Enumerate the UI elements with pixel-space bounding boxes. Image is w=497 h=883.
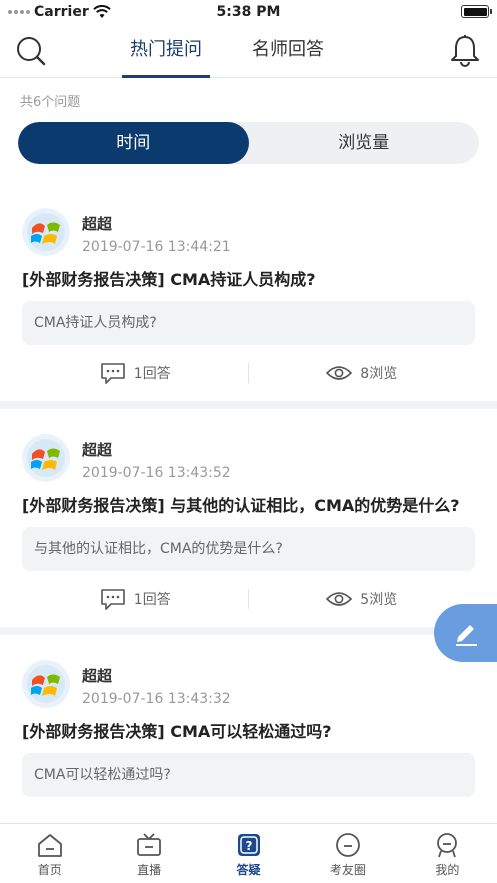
home-icon [37,834,62,857]
eye-icon [326,366,353,380]
timestamp: 2019-07-16 13:43:52 [82,465,231,481]
timestamp: 2019-07-16 13:43:32 [82,691,231,707]
tab-hot-questions[interactable]: 热门提问 [122,24,210,78]
nav-profile[interactable]: 我的 [398,824,497,883]
answers-button[interactable]: 1回答 [22,362,249,384]
question-body[interactable]: CMA可以轻松通过吗? [22,753,475,797]
nav-circle-label: 考友圈 [329,863,366,877]
nav-home[interactable]: 首页 [0,824,99,883]
answers-button[interactable]: 1回答 [22,588,249,610]
header: 热门提问 名师回答 [0,24,497,78]
question-card[interactable]: 超超 2019-07-16 13:43:52 [外部财务报告决策] 与其他的认证… [0,401,497,627]
question-actions: 1回答 8浏览 [22,345,475,401]
sort-by-time[interactable]: 时间 [18,122,249,164]
sort-by-views[interactable]: 浏览量 [249,122,480,164]
tv-icon [137,833,162,856]
views-button[interactable]: 5浏览 [249,589,476,609]
bell-icon [451,35,479,67]
username: 超超 [82,215,113,233]
bottom-nav: 首页 直播 ? 答疑 考友圈 我的 [0,823,497,883]
search-button[interactable] [14,34,48,68]
timestamp: 2019-07-16 13:44:21 [82,239,231,255]
question-feed: 超超 2019-07-16 13:44:21 [外部财务报告决策] CMA持证人… [0,183,497,797]
question-title[interactable]: [外部财务报告决策] CMA可以轻松通过吗? [22,705,475,743]
comment-icon [100,363,125,384]
answer-count: 1回答 [133,366,171,382]
user-row: 超超 2019-07-16 13:43:32 [22,635,475,708]
question-body[interactable]: 与其他的认证相比，CMA的优势是什么? [22,527,475,571]
views-button[interactable]: 8浏览 [249,363,476,383]
question-title[interactable]: [外部财务报告决策] CMA持证人员构成? [22,253,475,291]
header-tabs: 热门提问 名师回答 [122,24,324,78]
question-icon: ? [237,834,260,856]
question-body[interactable]: CMA持证人员构成? [22,301,475,345]
battery-icon [461,5,492,18]
comment-icon [100,589,125,610]
user-row: 超超 2019-07-16 13:44:21 [22,183,475,256]
nav-live-label: 直播 [137,863,162,877]
nav-home-label: 首页 [37,863,62,877]
view-count: 5浏览 [360,592,398,608]
question-card[interactable]: 超超 2019-07-16 13:44:21 [外部财务报告决策] CMA持证人… [0,183,497,401]
user-row: 超超 2019-07-16 13:43:52 [22,409,475,482]
avatar[interactable] [22,208,70,256]
nav-profile-label: 我的 [435,863,460,877]
action-divider [248,363,249,383]
svg-text:?: ? [245,839,252,853]
avatar[interactable] [22,434,70,482]
search-icon [17,37,46,66]
pencil-icon [456,625,477,646]
circle-icon [336,833,360,857]
ask-question-button[interactable] [434,604,497,662]
action-divider [248,589,249,609]
question-card[interactable]: 超超 2019-07-16 13:43:32 [外部财务报告决策] CMA可以轻… [0,627,497,797]
eye-icon [326,592,353,606]
username: 超超 [82,667,113,685]
view-count: 8浏览 [360,366,398,382]
tab-teacher-answers[interactable]: 名师回答 [252,24,324,78]
profile-icon [437,833,458,858]
avatar[interactable] [22,660,70,708]
status-time: 5:38 PM [216,4,281,20]
nav-qa-label: 答疑 [236,863,261,877]
question-title[interactable]: [外部财务报告决策] 与其他的认证相比，CMA的优势是什么? [22,479,475,517]
sort-toggle: 时间 浏览量 [18,122,479,164]
answer-count: 1回答 [133,592,171,608]
username: 超超 [82,441,113,459]
nav-qa[interactable]: ? 答疑 [199,824,298,883]
status-bar: Carrier 5:38 PM [0,0,497,24]
nav-circle[interactable]: 考友圈 [298,824,397,883]
nav-live[interactable]: 直播 [99,824,198,883]
question-count: 共6个问题 [20,95,81,110]
question-actions: 1回答 5浏览 [22,571,475,627]
filter-area: 共6个问题 时间 浏览量 [0,79,497,183]
notification-button[interactable] [449,34,481,68]
